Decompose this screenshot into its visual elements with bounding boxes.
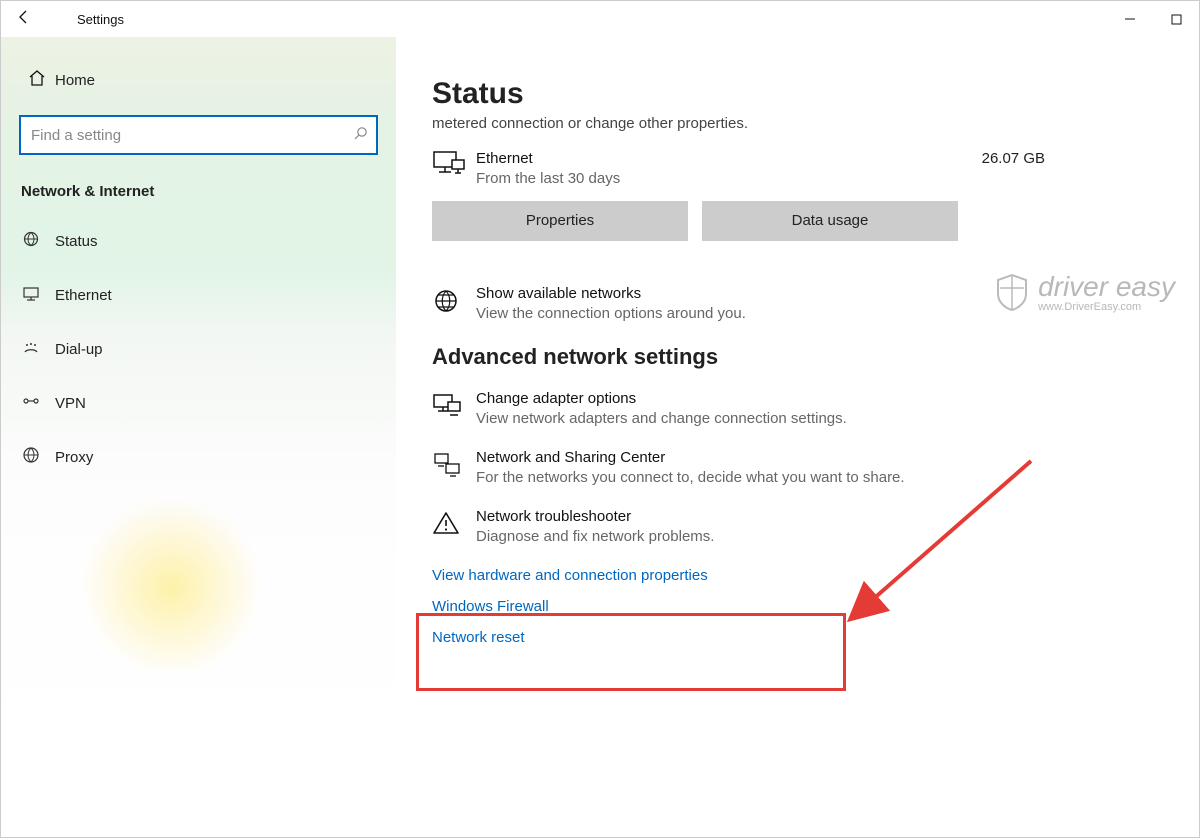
minimize-button[interactable] bbox=[1107, 1, 1153, 37]
ethernet-name: Ethernet bbox=[476, 150, 620, 167]
available-networks-subtitle: View the connection options around you. bbox=[476, 305, 746, 322]
troubleshooter-title: Network troubleshooter bbox=[476, 508, 714, 525]
network-troubleshooter[interactable]: Network troubleshooter Diagnose and fix … bbox=[432, 508, 1169, 545]
status-icon bbox=[21, 229, 55, 254]
sidebar-item-dialup[interactable]: Dial-up bbox=[19, 322, 378, 376]
window-title: Settings bbox=[77, 12, 124, 27]
vpn-icon bbox=[21, 391, 55, 416]
window-controls bbox=[1107, 1, 1199, 37]
show-available-networks[interactable]: Show available networks View the connect… bbox=[432, 285, 1169, 322]
home-label: Home bbox=[55, 72, 95, 89]
sidebar-item-label: Proxy bbox=[55, 449, 93, 466]
network-sharing-center[interactable]: Network and Sharing Center For the netwo… bbox=[432, 449, 1169, 486]
sidebar-item-ethernet[interactable]: Ethernet bbox=[19, 268, 378, 322]
advanced-settings-header: Advanced network settings bbox=[432, 344, 1169, 370]
monitor-icon bbox=[432, 150, 476, 183]
main-content: Status metered connection or change othe… bbox=[396, 37, 1199, 837]
data-usage-button[interactable]: Data usage bbox=[702, 201, 958, 241]
ethernet-usage-row: Ethernet From the last 30 days 26.07 GB bbox=[432, 150, 1169, 187]
available-networks-title: Show available networks bbox=[476, 285, 746, 302]
dialup-icon bbox=[21, 337, 55, 362]
sharing-icon bbox=[432, 449, 476, 482]
sidebar: Home Network & Internet Status Ethernet bbox=[1, 37, 396, 837]
sharing-center-title: Network and Sharing Center bbox=[476, 449, 905, 466]
sidebar-section-label: Network & Internet bbox=[21, 183, 378, 200]
search-input[interactable] bbox=[31, 127, 353, 144]
ethernet-subtext: From the last 30 days bbox=[476, 170, 620, 187]
sidebar-item-label: Status bbox=[55, 233, 98, 250]
clipped-text: metered connection or change other prope… bbox=[432, 115, 1169, 132]
ethernet-usage: 26.07 GB bbox=[982, 150, 1169, 167]
sidebar-item-proxy[interactable]: Proxy bbox=[19, 430, 378, 484]
change-adapter-title: Change adapter options bbox=[476, 390, 847, 407]
globe-icon bbox=[432, 285, 476, 318]
sidebar-item-label: Dial-up bbox=[55, 341, 103, 358]
home-icon bbox=[21, 68, 53, 93]
sidebar-item-vpn[interactable]: VPN bbox=[19, 376, 378, 430]
search-box[interactable] bbox=[19, 115, 378, 155]
titlebar: Settings bbox=[1, 1, 1199, 37]
link-network-reset[interactable]: Network reset bbox=[432, 629, 1169, 646]
sidebar-item-label: VPN bbox=[55, 395, 86, 412]
link-hardware-properties[interactable]: View hardware and connection properties bbox=[432, 567, 1169, 584]
maximize-button[interactable] bbox=[1153, 1, 1199, 37]
ethernet-icon bbox=[21, 283, 55, 308]
page-title: Status bbox=[432, 77, 1169, 111]
change-adapter-subtitle: View network adapters and change connect… bbox=[476, 410, 847, 427]
proxy-icon bbox=[21, 445, 55, 470]
sharing-center-subtitle: For the networks you connect to, decide … bbox=[476, 469, 905, 486]
troubleshooter-subtitle: Diagnose and fix network problems. bbox=[476, 528, 714, 545]
back-button[interactable] bbox=[1, 9, 47, 30]
adapter-icon bbox=[432, 390, 476, 423]
change-adapter-options[interactable]: Change adapter options View network adap… bbox=[432, 390, 1169, 427]
search-icon bbox=[353, 126, 368, 144]
home-button[interactable]: Home bbox=[19, 55, 378, 105]
sidebar-item-status[interactable]: Status bbox=[19, 214, 378, 268]
properties-button[interactable]: Properties bbox=[432, 201, 688, 241]
warning-triangle-icon bbox=[432, 508, 476, 539]
link-windows-firewall[interactable]: Windows Firewall bbox=[432, 598, 1169, 615]
sidebar-item-label: Ethernet bbox=[55, 287, 112, 304]
